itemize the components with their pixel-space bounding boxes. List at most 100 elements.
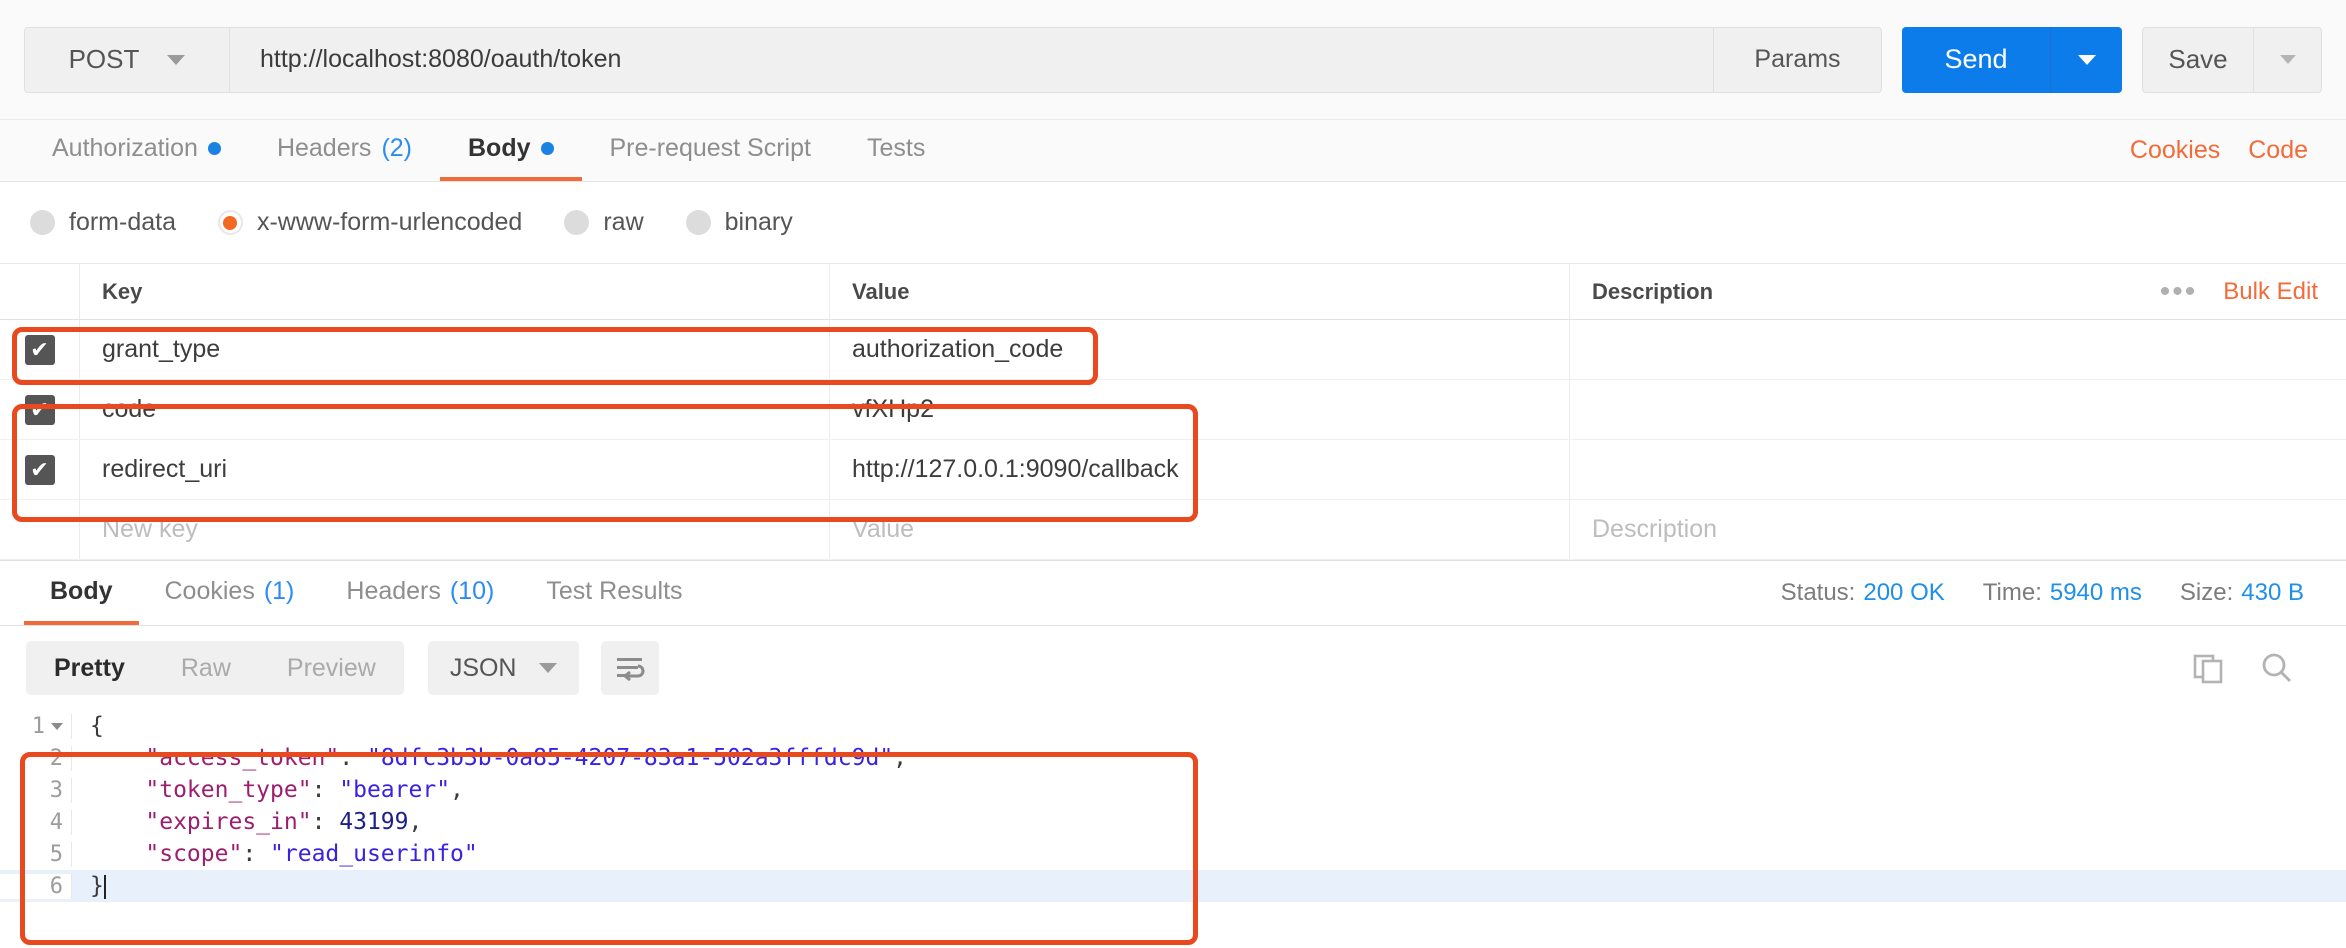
params-button[interactable]: Params [1713, 27, 1881, 92]
row-description[interactable] [1570, 440, 2346, 499]
new-value-input[interactable]: Value [830, 500, 1570, 559]
tab-label: Headers [276, 134, 372, 162]
radio-raw[interactable]: raw [564, 208, 644, 237]
tab-badge: (1) [263, 576, 295, 605]
radio-label: form-data [69, 208, 176, 236]
more-options-icon[interactable]: ••• [2160, 276, 2198, 307]
row-description[interactable] [1570, 320, 2346, 379]
response-format-select[interactable]: JSON [427, 641, 579, 695]
line-number: 2 [49, 745, 63, 771]
table-header-row: Key Value Description ••• Bulk Edit [0, 264, 2346, 320]
body-type-radio-group: form-data x-www-form-urlencoded raw bina… [0, 182, 2346, 264]
row-checkbox[interactable]: ✔ [24, 394, 55, 425]
table-row[interactable]: ✔ code vfXHp2 [0, 380, 2346, 440]
response-tab-test-results[interactable]: Test Results [520, 561, 708, 625]
tab-label: Cookies [164, 576, 255, 605]
request-url-bar: POST http://localhost:8080/oauth/token P… [0, 0, 2346, 120]
tab-label: Pre-request Script [609, 134, 811, 162]
row-key[interactable]: grant_type [80, 320, 830, 379]
tab-label: Body [50, 576, 113, 605]
line-gutter[interactable]: 3 [0, 777, 72, 803]
line-gutter[interactable]: 1 [0, 713, 72, 739]
time-badge: Time: 5940 ms [1983, 579, 2142, 607]
chevron-down-icon [167, 54, 186, 65]
request-tabs-actions: Cookies Code [2130, 120, 2322, 181]
line-gutter[interactable]: 6 [0, 873, 72, 899]
row-key[interactable]: code [80, 380, 830, 439]
header-description-cell: Description ••• Bulk Edit [1570, 264, 2346, 319]
table-row[interactable]: ✔ redirect_uri http://127.0.0.1:9090/cal… [0, 440, 2346, 500]
cookies-link[interactable]: Cookies [2130, 136, 2220, 165]
tab-badge: (10) [449, 576, 495, 605]
radio-binary[interactable]: binary [685, 208, 793, 237]
status-label: Status: [1780, 579, 1856, 606]
line-gutter[interactable]: 2 [0, 745, 72, 771]
code-text: { [90, 713, 104, 739]
code-text: "expires_in": 43199, [145, 809, 423, 835]
response-tab-headers[interactable]: Headers (10) [320, 561, 520, 625]
save-button-group: Save [2142, 26, 2322, 93]
response-actions [2192, 651, 2320, 685]
new-key-input[interactable]: New key [80, 500, 830, 559]
row-checkbox[interactable]: ✔ [24, 454, 55, 485]
line-gutter[interactable]: 5 [0, 841, 72, 867]
response-body-viewer[interactable]: 1 { 2 "access_token": "8dfc3b3b-0a85-420… [0, 710, 2346, 902]
line-number: 1 [31, 713, 45, 739]
chevron-down-icon [2077, 54, 2096, 65]
save-options-button[interactable] [2253, 27, 2321, 92]
table-new-row[interactable]: New key Value Description [0, 500, 2346, 560]
row-value[interactable]: http://127.0.0.1:9090/callback [830, 440, 1570, 499]
tab-authorization[interactable]: Authorization [24, 120, 249, 181]
row-value[interactable]: vfXHp2 [830, 380, 1570, 439]
row-checkbox[interactable]: ✔ [24, 334, 55, 365]
bulk-edit-link[interactable]: Bulk Edit [2223, 278, 2318, 306]
copy-button[interactable] [2192, 651, 2226, 685]
tab-label: Authorization [52, 134, 198, 162]
view-mode-pretty[interactable]: Pretty [26, 641, 153, 695]
search-button[interactable] [2260, 651, 2294, 685]
save-button[interactable]: Save [2143, 28, 2253, 92]
header-description: Description [1592, 278, 1714, 304]
word-wrap-icon [616, 658, 644, 681]
radio-x-www-form-urlencoded[interactable]: x-www-form-urlencoded [217, 208, 522, 237]
row-description[interactable] [1570, 380, 2346, 439]
radio-form-data[interactable]: form-data [30, 208, 176, 237]
radio-icon [30, 210, 55, 235]
response-tab-cookies[interactable]: Cookies (1) [139, 561, 321, 625]
tab-body[interactable]: Body [440, 120, 582, 181]
row-value[interactable]: authorization_code [830, 320, 1570, 379]
tab-label: Body [468, 134, 531, 162]
code-text: "access_token": "8dfc3b3b-0a85-4207-83a1… [145, 745, 908, 771]
line-number: 6 [49, 873, 63, 899]
time-label: Time: [1982, 579, 2042, 606]
request-url-text: http://localhost:8080/oauth/token [260, 45, 622, 73]
table-row[interactable]: ✔ grant_type authorization_code [0, 320, 2346, 380]
request-url-input[interactable]: http://localhost:8080/oauth/token [230, 27, 1713, 92]
header-key: Key [80, 264, 830, 319]
new-row-checkbox-cell [0, 500, 80, 559]
tab-tests[interactable]: Tests [839, 120, 953, 181]
postman-window: POST http://localhost:8080/oauth/token P… [0, 0, 2346, 948]
radio-label: raw [603, 208, 644, 236]
tab-pre-request-script[interactable]: Pre-request Script [582, 120, 839, 181]
line-gutter[interactable]: 4 [0, 809, 72, 835]
view-mode-preview[interactable]: Preview [259, 641, 404, 695]
status-badge: Status: 200 OK [1781, 579, 1945, 607]
radio-selected-icon [217, 210, 243, 235]
fold-toggle-icon[interactable] [51, 722, 63, 730]
row-key[interactable]: redirect_uri [80, 440, 830, 499]
text-cursor [103, 874, 106, 899]
word-wrap-button[interactable] [600, 641, 659, 695]
code-link[interactable]: Code [2248, 136, 2308, 165]
view-mode-group: Pretty Raw Preview [26, 641, 404, 695]
response-tab-body[interactable]: Body [24, 561, 139, 625]
view-mode-raw[interactable]: Raw [153, 641, 259, 695]
header-checkbox-cell [0, 264, 80, 319]
http-method-select[interactable]: POST [25, 27, 230, 92]
new-description-input[interactable]: Description [1570, 500, 2346, 559]
send-button[interactable]: Send [1902, 26, 2050, 93]
send-options-button[interactable] [2050, 26, 2122, 93]
send-button-group: Send [1902, 26, 2122, 93]
tab-headers[interactable]: Headers (2) [249, 120, 440, 181]
size-value: 430 B [2241, 579, 2304, 606]
